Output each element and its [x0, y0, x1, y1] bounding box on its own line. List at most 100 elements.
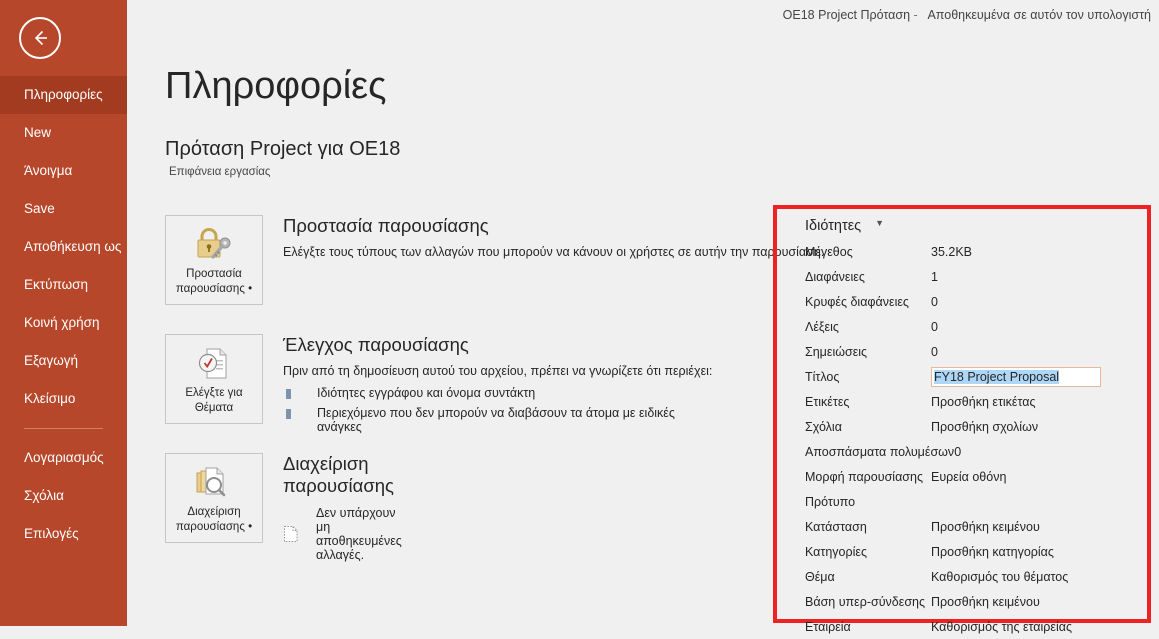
check-for-issues-button[interactable]: Ελέγξτε για Θέματα [165, 334, 263, 424]
protect-presentation-button[interactable]: Προστασία παρουσίασης • [165, 215, 263, 305]
property-key: Σημειώσεις [805, 344, 868, 359]
protect-section-description: Ελέγξτε τους τύπους των αλλαγών που μπορ… [283, 245, 825, 259]
inspect-section-description: Πριν από τη δημοσίευση αυτού του αρχείου… [283, 364, 713, 378]
backstage-menu: Πληροφορίες New Άνοιγμα Save Αποθήκευση … [0, 76, 127, 553]
sidebar-item-export[interactable]: Εξαγωγή [0, 342, 127, 380]
property-key: Κατάσταση [805, 519, 867, 534]
bullet-icon [286, 389, 291, 399]
property-row-company: Εταιρεία Καθορισμός της εταιρείας [781, 614, 1143, 639]
chevron-down-icon[interactable]: ▼ [875, 218, 884, 228]
property-value[interactable]: Καθορισμός της εταιρείας [931, 620, 1072, 634]
property-value[interactable]: Καθορισμός του θέματος [931, 570, 1068, 584]
property-value[interactable]: Προσθήκη κατηγορίας [931, 545, 1054, 559]
document-name: Πρόταση Project για OE18 [165, 138, 401, 160]
inspect-button-label-1: Ελέγξτε για [185, 387, 243, 399]
inspect-bullet-1: Ιδιότητες εγγράφου και όνομα συντάκτη [317, 386, 536, 400]
inspect-bullet-2: Περιεχόμενο που δεν μπορούν να διαβάσουν… [317, 406, 675, 434]
property-key: Πρότυπο [805, 494, 856, 509]
sidebar-item-print[interactable]: Εκτύπωση [0, 266, 127, 304]
property-key: Μέγεθος [805, 244, 853, 259]
sidebar-item-new[interactable]: New [0, 114, 127, 152]
property-row-hidden-slides: Κρυφές διαφάνειες 0 [781, 289, 1143, 314]
property-key: Διαφάνειες [805, 269, 865, 284]
property-row-hyperlink-base: Βάση υπερ-σύνδεσης Προσθήκη κειμένου [781, 589, 1143, 614]
property-value[interactable]: Προσθήκη κειμένου [931, 520, 1040, 534]
document-inspect-icon [166, 342, 262, 386]
list-item: Ιδιότητες εγγράφου και όνομα συντάκτη [283, 386, 712, 400]
property-value[interactable]: Προσθήκη ετικέτας [931, 395, 1036, 409]
property-row-subject: Θέμα Καθορισμός του θέματος [781, 564, 1143, 589]
property-key: Σχόλια [805, 419, 842, 434]
unsaved-document-icon [283, 525, 299, 543]
property-value: 1 [931, 269, 938, 284]
protect-section-body: Προστασία παρουσίασης Ελέγξτε τους τύπου… [283, 215, 824, 261]
sidebar-divider [24, 428, 103, 429]
sidebar-item-share[interactable]: Κοινή χρήση [0, 304, 127, 342]
sidebar-item-info[interactable]: Πληροφορίες [0, 76, 127, 114]
property-value: 0 [931, 294, 938, 309]
property-value[interactable]: Προσθήκη σχολίων [931, 420, 1038, 434]
property-key: Κρυφές διαφάνειες [805, 294, 909, 309]
property-value: 0 [954, 444, 962, 459]
property-key: Μορφή παρουσίασης [805, 469, 923, 484]
property-row-words: Λέξεις 0 [781, 314, 1143, 339]
protect-section-title: Προστασία παρουσίασης [283, 215, 489, 236]
property-key: Λέξεις [805, 319, 839, 334]
property-key: Θέμα [805, 569, 835, 584]
property-value: 0 [931, 319, 938, 334]
sidebar-item-save[interactable]: Save [0, 190, 127, 228]
sidebar-item-feedback[interactable]: Σχόλια [0, 477, 127, 515]
property-value: 0 [931, 344, 938, 359]
sidebar-item-options[interactable]: Επιλογές [0, 515, 127, 553]
properties-heading[interactable]: Ιδιότητες ▼ [781, 213, 1143, 239]
property-key: Εταιρεία [805, 619, 851, 634]
protect-button-label-2: παρουσίασης • [175, 283, 253, 295]
inspect-issue-list: Ιδιότητες εγγράφου και όνομα συντάκτη Πε… [283, 386, 712, 434]
powerpoint-backstage-info: Πληροφορίες New Άνοιγμα Save Αποθήκευση … [0, 0, 1159, 634]
inspect-section-body: Έλεγχος παρουσίασης Πριν από τη δημοσίευ… [283, 334, 712, 434]
manage-status-row: Δεν υπάρχουν μη αποθηκευμένες αλλαγές. [283, 506, 402, 562]
property-row-size: Μέγεθος 35.2KB [781, 239, 1143, 264]
manage-versions-icon [166, 461, 262, 505]
property-row-multimedia-clips: Αποσπάσματα πολυμέσων 0 [781, 439, 1143, 464]
inspect-button-label-2: Θέματα [194, 402, 234, 414]
manage-section-title: Διαχείριση παρουσίασης [283, 453, 394, 496]
sidebar-item-close[interactable]: Κλείσιμο [0, 380, 127, 418]
page-title: Πληροφορίες [165, 65, 387, 107]
inspect-section-title: Έλεγχος παρουσίασης [283, 334, 469, 355]
manage-section-body: Διαχείριση παρουσίασης Δεν υπάρχουν μη α… [283, 453, 402, 562]
property-row-comments: Σχόλια Προσθήκη σχολίων [781, 414, 1143, 439]
property-row-slides: Διαφάνειες 1 [781, 264, 1143, 289]
property-value[interactable]: Προσθήκη κειμένου [931, 595, 1040, 609]
property-value: Ευρεία οθόνη [931, 469, 1007, 484]
sidebar-item-account[interactable]: Λογαριασμός [0, 439, 127, 477]
sidebar-item-open[interactable]: Άνοιγμα [0, 152, 127, 190]
property-row-tags: Ετικέτες Προσθήκη ετικέτας [781, 389, 1143, 414]
protect-button-label-1: Προστασία [186, 268, 242, 280]
property-row-title: Τίτλος [781, 364, 1143, 389]
property-key: Ετικέτες [805, 394, 850, 409]
title-input[interactable] [931, 366, 1101, 387]
bullet-icon [286, 409, 291, 419]
backstage-nav-rail: Πληροφορίες New Άνοιγμα Save Αποθήκευση … [0, 0, 127, 626]
list-item: Περιεχόμενο που δεν μπορούν να διαβάσουν… [283, 406, 712, 434]
manage-presentation-button[interactable]: Διαχείριση παρουσίασης • [165, 453, 263, 543]
properties-heading-label: Ιδιότητες [805, 218, 862, 234]
property-key: Βάση υπερ-σύνδεσης [805, 594, 926, 609]
property-row-template: Πρότυπο [781, 489, 1143, 514]
property-value: 35.2KB [931, 244, 973, 259]
sidebar-item-save-as[interactable]: Αποθήκευση ως [0, 228, 127, 266]
properties-panel: Ιδιότητες ▼ Μέγεθος 35.2KB Διαφάνειες 1 … [781, 213, 1143, 639]
property-key: Κατηγορίες [805, 544, 867, 559]
back-button[interactable] [19, 17, 61, 59]
property-key: Τίτλος [805, 369, 840, 384]
lock-key-icon [166, 223, 262, 267]
property-row-presentation-format: Μορφή παρουσίασης Ευρεία οθόνη [781, 464, 1143, 489]
property-row-status: Κατάσταση Προσθήκη κειμένου [781, 514, 1143, 539]
property-row-categories: Κατηγορίες Προσθήκη κατηγορίας [781, 539, 1143, 564]
property-row-notes: Σημειώσεις 0 [781, 339, 1143, 364]
document-path: Επιφάνεια εργασίας [169, 166, 271, 178]
property-key: Αποσπάσματα πολυμέσων [805, 444, 955, 459]
manage-button-label-1: Διαχείριση [187, 506, 241, 518]
manage-status-text: Δεν υπάρχουν μη αποθηκευμένες αλλαγές. [316, 506, 402, 562]
